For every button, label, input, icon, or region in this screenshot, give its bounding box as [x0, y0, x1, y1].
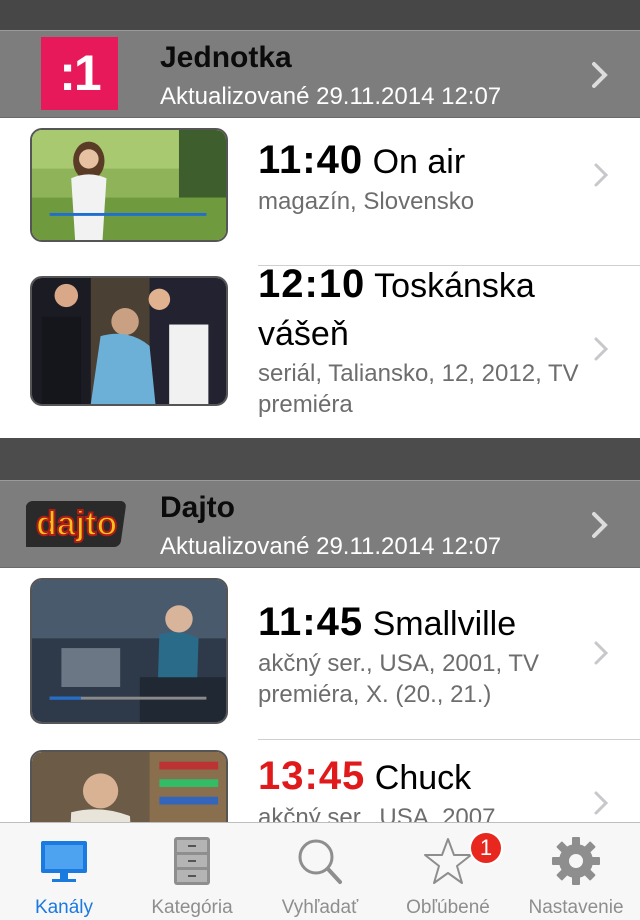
- program-thumbnail: [30, 128, 228, 242]
- chevron-right-icon: [594, 791, 609, 815]
- program-row[interactable]: 11:40 On air magazín, Slovensko: [0, 118, 640, 266]
- favorites-badge: 1: [469, 831, 503, 865]
- cabinet-icon: [174, 837, 210, 885]
- progress-bar: [49, 212, 207, 216]
- program-text: 11:45 Smallville akčný ser., USA, 2001, …: [258, 598, 580, 710]
- channel-updated: Aktualizované 29.11.2014 12:07: [160, 533, 502, 560]
- chevron-right-icon: [594, 641, 609, 665]
- program-meta: magazín, Slovensko: [258, 188, 475, 215]
- search-icon: [298, 839, 342, 884]
- program-thumbnail: [30, 750, 228, 822]
- progress-bar: [49, 696, 81, 700]
- dajto-logo: dajto: [26, 501, 126, 547]
- program-time: 11:45: [258, 600, 364, 644]
- program-row[interactable]: 13:45 Chuck akčný ser., USA, 2007: [0, 740, 640, 822]
- star-icon: [424, 838, 472, 884]
- program-thumbnail: [30, 276, 228, 406]
- tab-kanaly[interactable]: Kanály: [0, 823, 128, 920]
- channel-name: Jednotka: [160, 41, 292, 74]
- program-title: On air: [372, 143, 466, 181]
- tab-label: Kanály: [34, 897, 94, 918]
- channel-updated: Aktualizované 29.11.2014 12:07: [160, 83, 502, 110]
- dajto-logo-text: dajto: [36, 505, 117, 543]
- program-thumbnail: [30, 578, 228, 724]
- tab-bar: Kanály Kategória Vyhľadať 1 Obľúbené Nas…: [0, 822, 640, 920]
- channel-list[interactable]: :1 Jednotka Aktualizované 29.11.2014 12:…: [0, 30, 640, 822]
- chevron-right-icon: [592, 512, 608, 538]
- program-text: 12:10 Toskánska vášeň seriál, Taliansko,…: [258, 260, 580, 420]
- tab-oblubene[interactable]: 1 Obľúbené: [384, 823, 512, 920]
- tab-label: Vyhľadať: [281, 897, 359, 918]
- program-row[interactable]: 12:10 Toskánska vášeň seriál, Taliansko,…: [0, 262, 640, 438]
- tab-label: Kategória: [151, 897, 233, 918]
- jednotka-logo: :1: [41, 37, 118, 110]
- program-title: Chuck: [374, 759, 472, 797]
- section-gap: [0, 438, 640, 480]
- channel-header-jednotka[interactable]: :1 Jednotka Aktualizované 29.11.2014 12:…: [0, 30, 640, 118]
- program-text: 11:40 On air magazín, Slovensko: [258, 136, 580, 217]
- tab-label: Obľúbené: [406, 897, 490, 918]
- program-meta: seriál, Taliansko, 12, 2012, TV premiéra: [258, 360, 579, 418]
- program-title: Smallville: [372, 605, 517, 643]
- program-time: 13:45: [258, 754, 366, 798]
- program-row[interactable]: 11:45 Smallville akčný ser., USA, 2001, …: [0, 568, 640, 740]
- channel-name: Dajto: [160, 491, 235, 524]
- program-text: 13:45 Chuck akčný ser., USA, 2007: [258, 752, 580, 822]
- gear-icon: [552, 837, 600, 885]
- program-meta: akčný ser., USA, 2007: [258, 804, 496, 822]
- tab-label: Nastavenie: [528, 897, 624, 918]
- chevron-right-icon: [594, 163, 609, 187]
- chevron-right-icon: [592, 62, 608, 88]
- chevron-right-icon: [594, 337, 609, 361]
- program-time: 12:10: [258, 262, 366, 306]
- tab-vyhladat[interactable]: Vyhľadať: [256, 823, 384, 920]
- program-meta: akčný ser., USA, 2001, TV premiéra, X. (…: [258, 650, 540, 708]
- channel-header-dajto[interactable]: dajto Dajto Aktualizované 29.11.2014 12:…: [0, 480, 640, 568]
- monitor-icon: [41, 841, 87, 882]
- top-bar: [0, 0, 640, 30]
- tab-nastavenie[interactable]: Nastavenie: [512, 823, 640, 920]
- tab-kategoria[interactable]: Kategória: [128, 823, 256, 920]
- program-time: 11:40: [258, 138, 364, 182]
